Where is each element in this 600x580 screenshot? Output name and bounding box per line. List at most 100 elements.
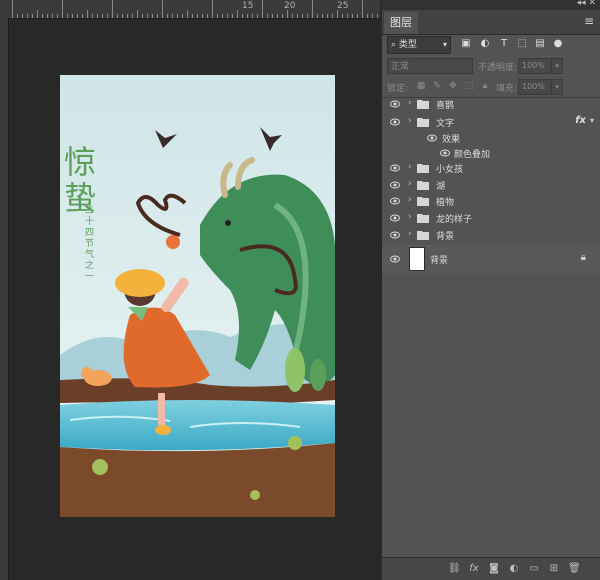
- opacity-field[interactable]: 100%: [518, 58, 553, 74]
- smart-object-filter-icon[interactable]: ▤: [534, 38, 546, 50]
- panel-dock-header: ◂◂ ✕: [382, 0, 600, 10]
- ruler-tick: [297, 14, 298, 18]
- image-filter-icon[interactable]: ▣: [460, 38, 472, 50]
- eye-icon[interactable]: [390, 254, 400, 264]
- ruler-tick: [272, 14, 273, 18]
- adjustment-filter-icon[interactable]: ◐: [479, 38, 491, 50]
- ruler-tick: [222, 14, 223, 18]
- eye-icon[interactable]: [390, 117, 400, 127]
- ruler-tick: [327, 14, 328, 18]
- chevron-down-icon[interactable]: ▾: [590, 116, 594, 125]
- hamburger-icon[interactable]: ≡: [584, 14, 594, 28]
- lock-transparency-icon[interactable]: ▦: [416, 81, 426, 91]
- ruler-tick: [242, 14, 243, 18]
- ruler-mark: 25: [337, 1, 349, 11]
- type-filter-icon[interactable]: T: [498, 38, 510, 50]
- ruler-mark: 20: [284, 1, 296, 11]
- chevron-down-icon[interactable]: ▾: [551, 58, 563, 74]
- filter-kind-select[interactable]: ⌕ 类型 ▾: [387, 36, 451, 54]
- layers-panel-footer: ⛓ fx ◙ ◐ ▭ ⊞ 🗑︎: [382, 557, 600, 580]
- background-layer-row[interactable]: 背景 🔒︎: [382, 245, 600, 273]
- lock-pixels-icon[interactable]: ✎: [432, 81, 442, 91]
- delete-layer-icon[interactable]: 🗑︎: [568, 563, 581, 575]
- panel-tab-bar: 图层 ≡: [382, 10, 600, 35]
- layer-effect-row[interactable]: 颜色叠加: [382, 145, 600, 161]
- fill-field[interactable]: 100%: [518, 79, 553, 95]
- eye-icon[interactable]: [390, 213, 400, 223]
- tab-layers[interactable]: 图层: [384, 12, 418, 34]
- layer-row[interactable]: › 龙的样子: [382, 210, 600, 226]
- layer-row[interactable]: › 湖: [382, 177, 600, 193]
- ruler-tick: [217, 14, 218, 18]
- eye-icon[interactable]: [390, 230, 400, 240]
- layer-effects-row[interactable]: 效果: [382, 130, 600, 146]
- ruler-tick: [132, 14, 133, 18]
- adjustment-layer-icon[interactable]: ◐: [508, 563, 520, 575]
- shape-filter-icon[interactable]: ⬚: [516, 38, 528, 50]
- lock-all-icon[interactable]: 🔒︎: [480, 81, 490, 91]
- eye-icon[interactable]: [390, 163, 400, 173]
- layer-row[interactable]: › 背景: [382, 227, 600, 243]
- filter-row: ⌕ 类型 ▾ ▣ ◐ T ⬚ ▤ ●: [382, 36, 600, 56]
- eye-icon[interactable]: [390, 196, 400, 206]
- chevron-right-icon[interactable]: ›: [408, 195, 412, 205]
- eye-icon[interactable]: [390, 180, 400, 190]
- layer-row[interactable]: › 喜鹊: [382, 96, 600, 112]
- layer-row[interactable]: › 文字 fx ▾: [382, 114, 600, 130]
- eye-icon[interactable]: [427, 133, 437, 143]
- collapse-panel-icon[interactable]: ◂◂ ✕: [577, 0, 596, 8]
- new-layer-icon[interactable]: ⊞: [548, 563, 560, 575]
- layer-row[interactable]: › 植物: [382, 193, 600, 209]
- layer-effects-badge[interactable]: fx: [575, 115, 586, 126]
- chevron-right-icon[interactable]: ›: [408, 229, 412, 239]
- document-canvas[interactable]: 惊蛰 二十四节气之一: [60, 75, 335, 517]
- ruler-tick: [227, 14, 228, 18]
- ruler-tick: [307, 14, 308, 18]
- ground-bush: [288, 436, 302, 450]
- ruler-tick: [192, 14, 193, 18]
- ruler-tick: [237, 10, 238, 18]
- eye-icon[interactable]: [440, 148, 450, 158]
- blend-mode-select[interactable]: 正常: [387, 58, 473, 74]
- ruler-tick: [362, 0, 363, 18]
- add-mask-icon[interactable]: ◙: [488, 563, 500, 575]
- chevron-right-icon[interactable]: ›: [408, 98, 412, 108]
- ruler-tick: [317, 14, 318, 18]
- ruler-tick: [277, 14, 278, 18]
- layer-name: 喜鹊: [436, 101, 455, 111]
- layers-panel: ◂◂ ✕ 图层 ≡ ⌕ 类型 ▾ ▣ ◐ T ⬚ ▤ ● 正常 不透明度: 10…: [380, 0, 600, 580]
- ruler-tick: [27, 14, 28, 18]
- ruler-tick: [372, 14, 373, 18]
- effects-label: 效果: [442, 135, 461, 145]
- ruler-tick: [182, 14, 183, 18]
- ruler-tick: [332, 14, 333, 18]
- opacity-label: 不透明度:: [478, 63, 518, 73]
- folder-icon: [417, 164, 429, 173]
- folder-icon: [417, 231, 429, 240]
- chevron-right-icon[interactable]: ›: [408, 116, 412, 126]
- ruler-tick: [52, 14, 53, 18]
- link-layers-icon[interactable]: ⛓: [448, 563, 461, 575]
- eye-icon[interactable]: [390, 99, 400, 109]
- new-group-icon[interactable]: ▭: [528, 563, 540, 575]
- chevron-right-icon[interactable]: ›: [408, 162, 412, 172]
- layer-name: 背景: [436, 232, 455, 242]
- chevron-down-icon[interactable]: ▾: [551, 79, 563, 95]
- ruler-tick: [322, 14, 323, 18]
- dragon-eye: [225, 220, 231, 226]
- ruler-tick: [42, 14, 43, 18]
- layer-row[interactable]: › 小女孩: [382, 160, 600, 176]
- chevron-right-icon[interactable]: ›: [408, 179, 412, 189]
- lock-position-icon[interactable]: ✥: [448, 81, 458, 91]
- filter-toggle-icon[interactable]: ●: [552, 38, 564, 50]
- girl-leg: [158, 393, 165, 425]
- ruler-tick: [92, 14, 93, 18]
- add-style-icon[interactable]: fx: [468, 563, 480, 575]
- folder-icon: [417, 181, 429, 190]
- ruler-tick: [77, 14, 78, 18]
- ruler-tick: [252, 14, 253, 18]
- ruler-tick: [57, 14, 58, 18]
- chevron-right-icon[interactable]: ›: [408, 212, 412, 222]
- lock-artboard-icon[interactable]: ⬚: [464, 81, 474, 91]
- ruler-tick: [152, 14, 153, 18]
